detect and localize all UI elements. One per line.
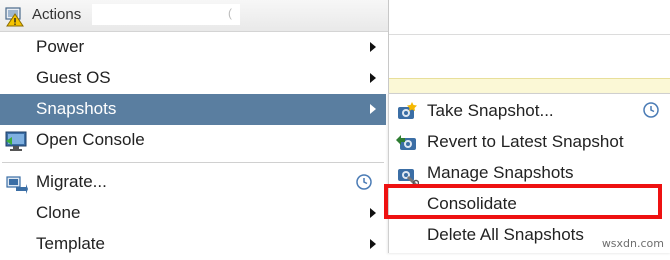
menu-separator bbox=[2, 162, 384, 163]
submenu-arrow-icon bbox=[370, 42, 376, 52]
redacted-vm-name bbox=[92, 4, 240, 25]
submenu-arrow-icon bbox=[370, 239, 376, 249]
consolidate-highlight-box bbox=[384, 184, 662, 219]
actions-menu: Actions ( Power Guest OS Snapshots Open … bbox=[0, 0, 389, 253]
snapshots-submenu: Take Snapshot... Revert to Latest Snapsh… bbox=[388, 93, 670, 253]
vm-warning-icon bbox=[5, 7, 24, 27]
menu-item-label: Power bbox=[36, 37, 85, 56]
header-paren: ( bbox=[228, 6, 232, 20]
revert-snapshot-icon bbox=[396, 135, 416, 150]
menu-item-label: Migrate... bbox=[36, 172, 107, 191]
watermark: wsxdn.com bbox=[601, 237, 664, 250]
menu-item-label: Snapshots bbox=[36, 99, 117, 118]
menu-item-power[interactable]: Power bbox=[0, 32, 386, 63]
menu-item-migrate[interactable]: Migrate... bbox=[0, 167, 386, 198]
menu-item-label: Clone bbox=[36, 203, 81, 222]
submenu-item-take-snapshot[interactable]: Take Snapshot... bbox=[389, 96, 670, 127]
submenu-arrow-icon bbox=[370, 73, 376, 83]
take-snapshot-icon bbox=[398, 102, 417, 119]
clock-icon bbox=[356, 174, 372, 190]
background-divider bbox=[388, 34, 670, 35]
menu-item-clone[interactable]: Clone bbox=[0, 198, 386, 229]
submenu-item-label: Revert to Latest Snapshot bbox=[427, 132, 624, 151]
console-icon bbox=[5, 131, 27, 151]
menu-item-label: Template bbox=[36, 234, 105, 253]
migrate-icon bbox=[6, 176, 28, 194]
submenu-item-revert-snapshot[interactable]: Revert to Latest Snapshot bbox=[389, 127, 670, 158]
submenu-item-label: Take Snapshot... bbox=[427, 101, 554, 120]
menu-header: Actions ( bbox=[0, 0, 388, 32]
menu-item-label: Guest OS bbox=[36, 68, 111, 87]
submenu-item-label: Manage Snapshots bbox=[427, 163, 574, 182]
menu-item-template[interactable]: Template bbox=[0, 229, 386, 260]
submenu-arrow-icon bbox=[370, 104, 376, 114]
menu-item-snapshots[interactable]: Snapshots bbox=[0, 94, 386, 125]
clock-icon bbox=[643, 102, 659, 118]
menu-header-title: Actions bbox=[32, 6, 82, 23]
menu-item-guest-os[interactable]: Guest OS bbox=[0, 63, 386, 94]
menu-item-open-console[interactable]: Open Console bbox=[0, 125, 386, 156]
manage-snapshots-icon bbox=[398, 169, 419, 186]
menu-item-label: Open Console bbox=[36, 130, 145, 149]
submenu-arrow-icon bbox=[370, 208, 376, 218]
submenu-item-label: Delete All Snapshots bbox=[427, 225, 584, 244]
